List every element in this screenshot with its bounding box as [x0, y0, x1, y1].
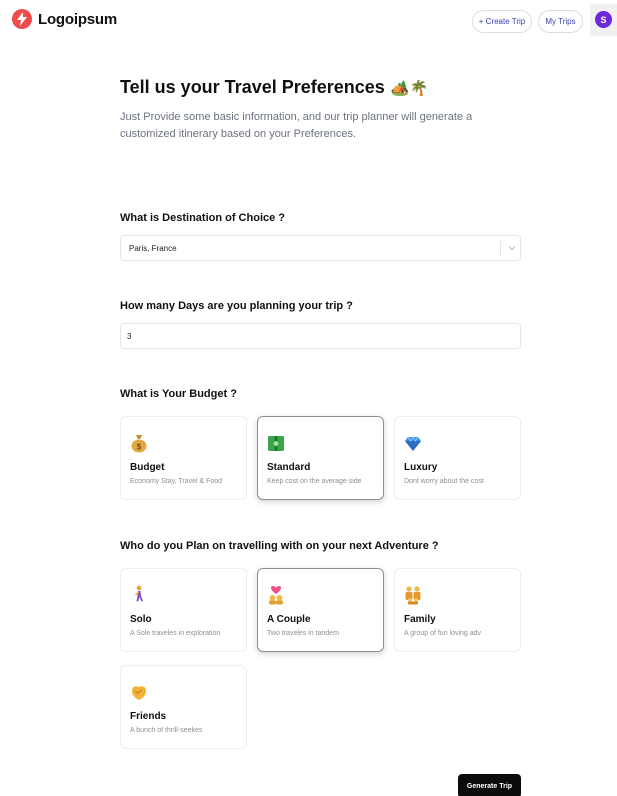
generate-trip-button[interactable]: Generate Trip [458, 774, 521, 796]
select-divider [500, 241, 501, 256]
handshake-icon [132, 686, 146, 700]
destination-label: What is Destination of Choice ? [120, 212, 286, 224]
destination-value: Paris, France [129, 244, 177, 253]
traveler-option-solo[interactable]: Solo A Sole traveles in exploration [120, 568, 247, 652]
family-icon [405, 586, 421, 605]
diamond-icon [405, 436, 421, 451]
avatar-container: S [590, 4, 617, 36]
traveler-option-family[interactable]: Family A group of fun loving adv [394, 568, 521, 652]
budget-option-standard[interactable]: Standard Keep cost on the average side [257, 416, 384, 500]
budget-option-desc: Dont worry about the cost [404, 478, 484, 485]
traveler-option-title: Solo [130, 614, 152, 625]
avatar[interactable]: S [595, 11, 612, 28]
page-description: Just Provide some basic information, and… [120, 111, 473, 140]
banknote-icon [268, 436, 284, 451]
traveler-option-title: Family [404, 614, 436, 625]
walking-person-icon [135, 585, 143, 602]
traveler-option-title: A Couple [267, 614, 311, 625]
page-title-text: Tell us your Travel Preferences [120, 77, 385, 97]
traveler-option-desc: A Sole traveles in exploration [130, 630, 221, 637]
svg-text:$: $ [137, 443, 142, 452]
traveler-option-friends[interactable]: Friends A bunch of thrill-seekes [120, 665, 247, 749]
travelers-label: Who do you Plan on travelling with on yo… [120, 540, 439, 552]
couple-heart-icon [269, 586, 283, 605]
budget-option-luxury[interactable]: Luxury Dont worry about the cost [394, 416, 521, 500]
budget-option-title: Standard [267, 462, 311, 473]
logo-text: Logoipsum [38, 10, 118, 28]
traveler-option-title: Friends [130, 711, 167, 722]
budget-option-desc: Economy Stay, Travel & Food [130, 478, 223, 485]
days-label: How many Days are you planning your trip… [120, 300, 353, 312]
camping-palm-icon: 🏕️🌴 [390, 79, 429, 97]
lightning-icon [12, 9, 32, 29]
chevron-down-icon[interactable] [506, 242, 518, 254]
budget-option-title: Budget [130, 462, 165, 473]
destination-select[interactable]: Paris, France [120, 235, 521, 261]
my-trips-button[interactable]: My Trips [538, 10, 583, 33]
top-nav: Logoipsum + Create Trip My Trips S [0, 0, 617, 38]
budget-label: What is Your Budget ? [120, 388, 237, 400]
days-input[interactable] [120, 323, 521, 349]
create-trip-button[interactable]: + Create Trip [472, 10, 532, 33]
traveler-option-desc: A bunch of thrill-seekes [130, 727, 203, 734]
logo[interactable]: Logoipsum [12, 9, 117, 29]
traveler-option-desc: Two traveles in tandem [267, 630, 339, 637]
budget-option-budget[interactable]: $ Budget Economy Stay, Travel & Food [120, 416, 247, 500]
traveler-option-couple[interactable]: A Couple Two traveles in tandem [257, 568, 384, 652]
budget-option-title: Luxury [404, 462, 438, 473]
page-title: Tell us your Travel Preferences 🏕️🌴 [120, 77, 428, 98]
budget-option-desc: Keep cost on the average side [267, 478, 362, 485]
money-bag-icon: $ [131, 435, 147, 453]
traveler-option-desc: A group of fun loving adv [404, 630, 482, 637]
